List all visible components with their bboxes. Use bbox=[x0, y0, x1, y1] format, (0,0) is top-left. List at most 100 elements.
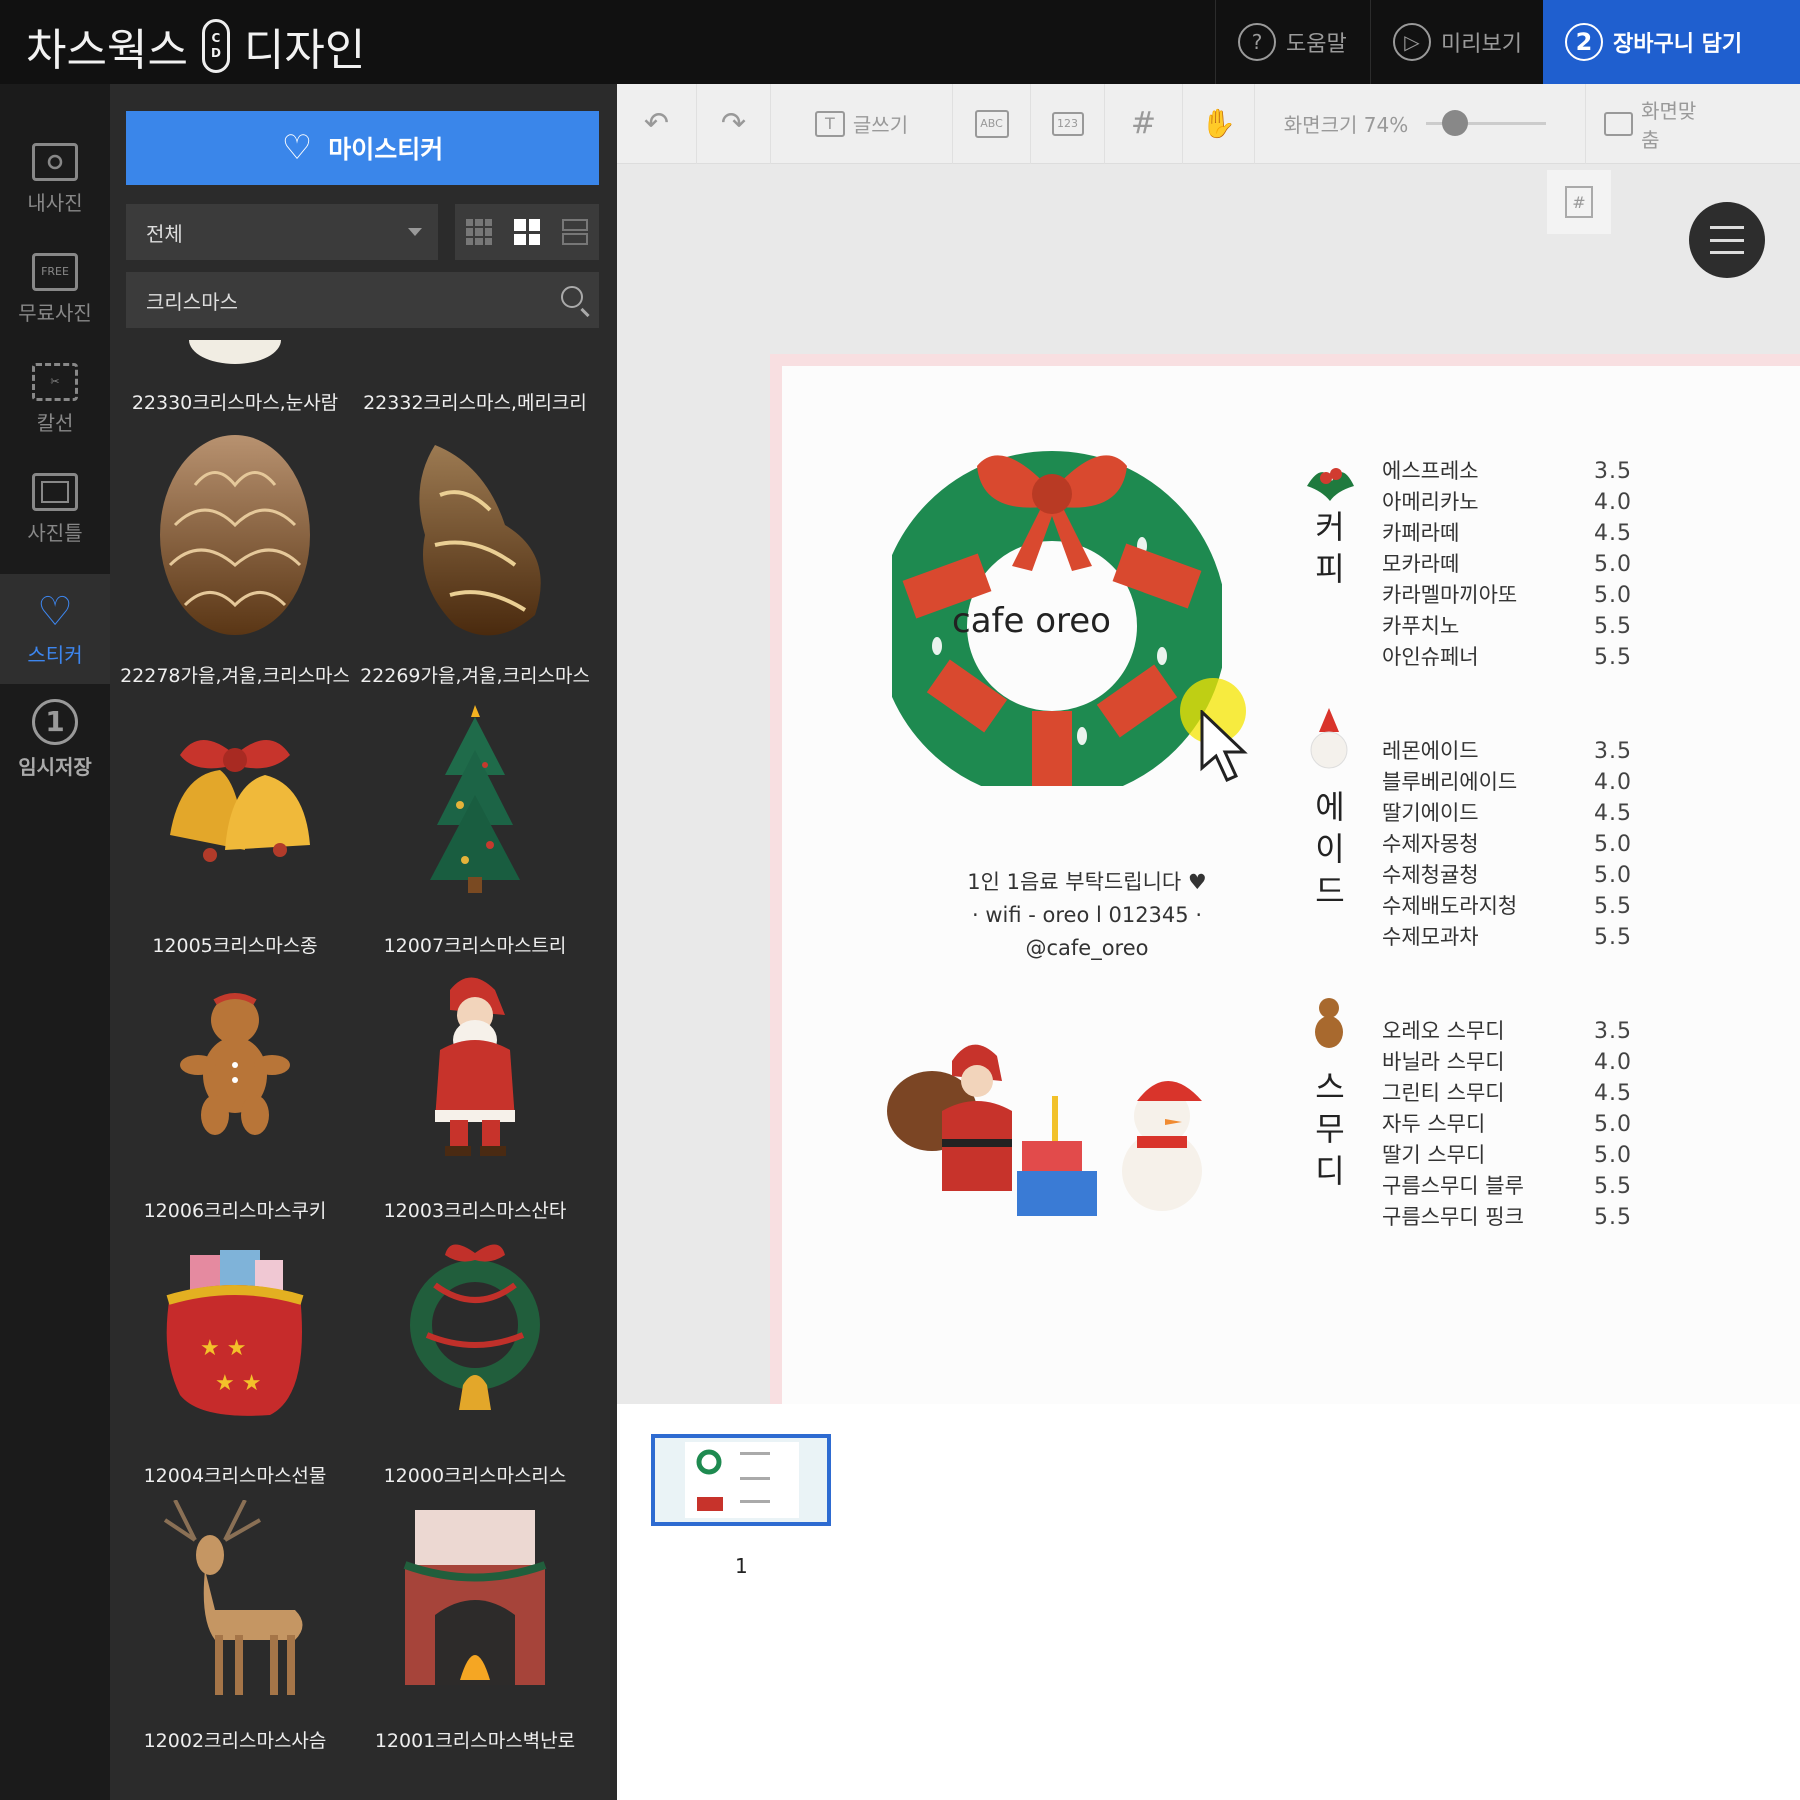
grid-toggle-button[interactable]: # bbox=[1105, 83, 1183, 164]
category-smoothie[interactable]: 스 무 디 bbox=[1312, 1066, 1348, 1192]
sticker-item[interactable]: 22269가을,겨울,크리스마스 bbox=[360, 435, 590, 695]
text-tool-icon: T bbox=[814, 110, 845, 137]
nav-temp-save[interactable]: 1 임시저장 bbox=[0, 684, 110, 794]
menu-item-price[interactable]: 5.0 bbox=[1582, 829, 1632, 860]
gift-sack-thumb: ★ ★ ★ ★ bbox=[166, 1250, 304, 1416]
free-photo-icon: FREE bbox=[32, 252, 78, 291]
menu-item-price[interactable]: 3.5 bbox=[1582, 456, 1632, 487]
abc-button[interactable]: ABC bbox=[953, 83, 1031, 164]
cafe-title[interactable]: cafe oreo bbox=[952, 601, 1111, 641]
sticker-label: 12005크리스마스종 bbox=[152, 935, 318, 957]
sticker-item[interactable]: 22332크리스마스,메리크리 bbox=[360, 340, 590, 420]
page-number-button[interactable]: # bbox=[1547, 170, 1611, 234]
menu-item-price[interactable]: 5.5 bbox=[1582, 1171, 1632, 1202]
menu-item-price[interactable]: 3.5 bbox=[1582, 736, 1632, 767]
scissors-icon: ✂ bbox=[32, 362, 78, 401]
sticker-item[interactable]: 12005크리스마스종 bbox=[120, 705, 350, 965]
sticker-item[interactable]: 12000크리스마스리스 bbox=[360, 1235, 590, 1495]
grid-medium-icon[interactable] bbox=[514, 219, 540, 245]
sticker-search-input[interactable]: 크리스마스 bbox=[126, 272, 599, 328]
number-one-icon: 1 bbox=[32, 698, 78, 745]
sticker-item[interactable]: 12001크리스마스벽난로 bbox=[360, 1500, 590, 1760]
sticker-item[interactable]: 22330크리스마스,눈사람 bbox=[120, 340, 350, 420]
sticker-item[interactable]: 12006크리스마스쿠키 bbox=[120, 970, 350, 1230]
menu-item-price[interactable]: 4.5 bbox=[1582, 798, 1632, 829]
preview-button[interactable]: ▷ 미리보기 bbox=[1370, 0, 1543, 84]
menu-item-price[interactable]: 4.5 bbox=[1582, 1078, 1632, 1109]
my-sticker-button[interactable]: ♡ 마이스티커 bbox=[126, 111, 599, 185]
nav-free-photos[interactable]: FREE 무료사진 bbox=[0, 234, 110, 344]
nav-photo-frame[interactable]: 사진틀 bbox=[0, 454, 110, 564]
deer-thumb bbox=[163, 1500, 303, 1695]
santa-snowman-sticker[interactable] bbox=[882, 1021, 1212, 1221]
menu-item-price[interactable]: 4.0 bbox=[1582, 1047, 1632, 1078]
text-tool-button[interactable]: T 글쓰기 bbox=[771, 83, 953, 164]
preview-label: 미리보기 bbox=[1441, 32, 1522, 57]
menu-item-price[interactable]: 5.5 bbox=[1582, 1202, 1632, 1233]
nav-label: 임시저장 bbox=[18, 754, 92, 779]
number-button[interactable]: 123 bbox=[1031, 83, 1105, 164]
hand-tool-button[interactable]: ✋ bbox=[1183, 83, 1255, 164]
layers-list-button[interactable] bbox=[1689, 202, 1765, 278]
nav-label: 스티커 bbox=[27, 642, 83, 667]
step-2-icon: 2 bbox=[1565, 23, 1603, 61]
category-coffee[interactable]: 커 피 bbox=[1312, 506, 1348, 590]
nav-my-photos[interactable]: 내사진 bbox=[0, 124, 110, 234]
sticker-label: 12002크리스마스사슴 bbox=[143, 1730, 327, 1752]
sticker-item[interactable]: ★ ★ ★ ★ 12004크리스마스선물 bbox=[120, 1235, 350, 1495]
svg-text:★ ★: ★ ★ bbox=[215, 1371, 261, 1396]
sticker-item[interactable]: 12002크리스마스사슴 bbox=[120, 1500, 350, 1760]
sticker-item[interactable]: 12003크리스마스산타 bbox=[360, 970, 590, 1230]
help-button[interactable]: ? 도움말 bbox=[1215, 0, 1370, 84]
undo-button[interactable]: ↶ bbox=[617, 83, 697, 164]
menu-item-price[interactable]: 3.5 bbox=[1582, 1016, 1632, 1047]
sticker-label: 12004크리스마스선물 bbox=[143, 1465, 327, 1487]
camera-icon bbox=[32, 142, 78, 181]
hash-icon: # bbox=[1565, 186, 1593, 218]
nav-cutline[interactable]: ✂ 칼선 bbox=[0, 344, 110, 454]
add-to-cart-button[interactable]: 2 장바구니 담기 bbox=[1543, 0, 1800, 84]
menu-item-price[interactable]: 4.0 bbox=[1582, 767, 1632, 798]
menu-item-price[interactable]: 5.0 bbox=[1582, 1140, 1632, 1171]
menu-item-price[interactable]: 5.0 bbox=[1582, 1109, 1632, 1140]
sticker-label: 12007크리스마스트리 bbox=[383, 935, 567, 957]
santa-thumb bbox=[435, 977, 515, 1156]
design-page[interactable]: cafe oreo 1인 1음료 부탁드립니다 ♥ · wifi - oreo … bbox=[770, 354, 1800, 1444]
zoom-slider-handle[interactable] bbox=[1442, 110, 1468, 136]
wreath-thumb bbox=[410, 1244, 540, 1410]
fit-screen-label: 화면맞춤 bbox=[1641, 98, 1697, 152]
search-icon[interactable] bbox=[561, 286, 583, 308]
sticker-item[interactable]: 12007크리스마스트리 bbox=[360, 705, 590, 965]
help-label: 도움말 bbox=[1286, 32, 1347, 57]
price-list-ade: 3.5 4.0 4.5 5.0 5.0 5.5 5.5 bbox=[1582, 736, 1632, 953]
redo-button[interactable]: ↷ bbox=[697, 83, 771, 164]
fit-screen-button[interactable]: 화면맞춤 bbox=[1585, 83, 1725, 164]
menu-item-price[interactable]: 4.5 bbox=[1582, 518, 1632, 549]
notice-text[interactable]: 1인 1음료 부탁드립니다 ♥ · wifi - oreo l 012345 ·… bbox=[922, 866, 1252, 965]
list-icon bbox=[1710, 226, 1744, 254]
menu-item-price[interactable]: 5.5 bbox=[1582, 891, 1632, 922]
nav-sticker[interactable]: ♡ 스티커 bbox=[0, 574, 110, 684]
menu-item-price[interactable]: 5.5 bbox=[1582, 642, 1632, 673]
hand-icon: ✋ bbox=[1201, 107, 1236, 140]
menu-item-price[interactable]: 5.0 bbox=[1582, 549, 1632, 580]
menu-item-price[interactable]: 5.0 bbox=[1582, 580, 1632, 611]
menu-item-price[interactable]: 5.0 bbox=[1582, 860, 1632, 891]
zoom-slider[interactable] bbox=[1426, 110, 1547, 136]
abc-icon: ABC bbox=[974, 109, 1009, 138]
menu-item-price[interactable]: 4.0 bbox=[1582, 487, 1632, 518]
notice-line: · wifi - oreo l 012345 · bbox=[971, 903, 1202, 927]
page-thumbnail[interactable] bbox=[651, 1434, 831, 1526]
menu-item-price[interactable]: 5.5 bbox=[1582, 611, 1632, 642]
grid-small-icon[interactable] bbox=[466, 219, 492, 245]
menu-item-price[interactable]: 5.5 bbox=[1582, 922, 1632, 953]
category-select[interactable]: 전체 bbox=[126, 204, 438, 260]
category-select-value: 전체 bbox=[146, 221, 183, 246]
grid-large-icon[interactable] bbox=[562, 219, 588, 245]
sticker-label: 22278가을,겨울,크리스마스 bbox=[120, 665, 350, 687]
category-ade[interactable]: 에 이 드 bbox=[1312, 786, 1348, 912]
mouse-cursor-icon bbox=[1200, 710, 1248, 782]
sticker-item[interactable]: 22278가을,겨울,크리스마스 bbox=[120, 435, 350, 695]
canvas-area: ↶ ↷ T 글쓰기 ABC 123 # ✋ 화면크기 74% 화면맞춤 # ca… bbox=[617, 83, 1800, 1800]
logo-cap-bottom: D bbox=[210, 46, 221, 60]
